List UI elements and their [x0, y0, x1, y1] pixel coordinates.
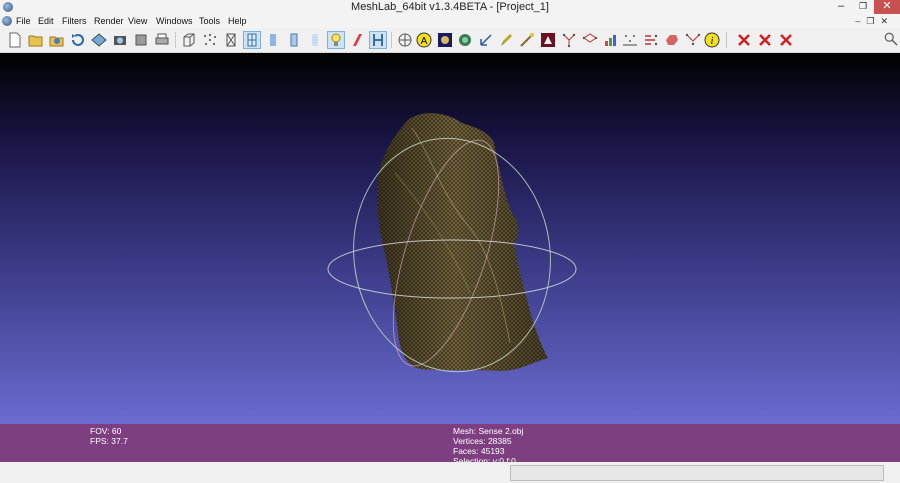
vertices-count: Vertices: 28385: [453, 436, 512, 446]
viewport-canvas[interactable]: [0, 53, 900, 424]
info-panel: FOV: 60 FPS: 37.7 Mesh: Sense 2.obj Vert…: [0, 424, 900, 462]
delete-selection-icon[interactable]: [777, 31, 795, 49]
select-connected-icon[interactable]: [560, 31, 578, 49]
select-vertices-icon[interactable]: [539, 31, 557, 49]
window-title: MeshLab_64bit v1.3.4BETA - [Project_1]: [351, 1, 549, 13]
paint-icon[interactable]: [497, 31, 515, 49]
mdi-window-controls[interactable]: –❐✕: [855, 14, 894, 28]
flatlines-render-icon[interactable]: [285, 31, 303, 49]
progress-bar: [510, 465, 884, 481]
search-icon[interactable]: [884, 32, 898, 46]
snapshot-icon[interactable]: [111, 31, 129, 49]
toolbar-separator: [726, 32, 727, 48]
layers-icon[interactable]: [132, 31, 150, 49]
wireframe-render-icon[interactable]: [222, 31, 240, 49]
menu-windows[interactable]: Windows: [156, 14, 193, 28]
manipulator-icon[interactable]: [663, 31, 681, 49]
help-info-icon[interactable]: i: [703, 31, 721, 49]
open-project-icon[interactable]: [27, 31, 45, 49]
fps-readout: FPS: 37.7: [90, 436, 128, 446]
select-faces-icon[interactable]: [518, 31, 536, 49]
print-icon[interactable]: [153, 31, 171, 49]
title-bar: MeshLab_64bit v1.3.4BETA - [Project_1] –…: [0, 0, 900, 14]
reference-icon[interactable]: [621, 31, 639, 49]
fov-readout: FOV: 60: [90, 426, 122, 436]
bbox-render-icon[interactable]: [180, 31, 198, 49]
document-icon[interactable]: [2, 16, 12, 26]
menu-tools[interactable]: Tools: [199, 14, 220, 28]
menu-bar: File Edit Filters Render View Windows To…: [0, 14, 900, 28]
import-mesh-icon[interactable]: [48, 31, 66, 49]
quality-icon[interactable]: [602, 31, 620, 49]
mesh-name: Mesh: Sense 2.obj: [453, 426, 524, 436]
smooth-render-icon[interactable]: [306, 31, 324, 49]
main-toolbar: A i: [0, 28, 900, 53]
menu-help[interactable]: Help: [228, 14, 247, 28]
texture-icon[interactable]: [436, 31, 454, 49]
backface-icon[interactable]: [348, 31, 366, 49]
close-button[interactable]: ✕: [874, 0, 900, 14]
export-mesh-icon[interactable]: [90, 31, 108, 49]
select-region-icon[interactable]: [581, 31, 599, 49]
menu-edit[interactable]: Edit: [38, 14, 54, 28]
faces-count: Faces: 45193: [453, 446, 505, 456]
info-pick-icon[interactable]: A: [415, 31, 433, 49]
3d-viewport[interactable]: [0, 53, 900, 424]
menu-filters[interactable]: Filters: [62, 14, 87, 28]
hiddenlines-render-icon[interactable]: [243, 31, 261, 49]
menu-render[interactable]: Render: [94, 14, 124, 28]
color-icon[interactable]: [456, 31, 474, 49]
minimize-button[interactable]: –: [830, 0, 852, 14]
reload-icon[interactable]: [69, 31, 87, 49]
double-side-lighting-icon[interactable]: [369, 31, 387, 49]
new-project-icon[interactable]: [6, 31, 24, 49]
svg-text:i: i: [711, 36, 714, 47]
delete-vertices-icon[interactable]: [756, 31, 774, 49]
toolbar-separator: [175, 32, 176, 48]
flat-render-icon[interactable]: [264, 31, 282, 49]
lighting-icon[interactable]: [327, 31, 345, 49]
point-picker-icon[interactable]: [684, 31, 702, 49]
menu-view[interactable]: View: [128, 14, 147, 28]
svg-text:A: A: [421, 36, 428, 47]
toolbar-separator: [391, 32, 392, 48]
trackball-icon[interactable]: [396, 31, 414, 49]
points-render-icon[interactable]: [201, 31, 219, 49]
measure-icon[interactable]: [477, 31, 495, 49]
maximize-button[interactable]: ❐: [852, 0, 874, 14]
delete-faces-icon[interactable]: [735, 31, 753, 49]
menu-file[interactable]: File: [16, 14, 31, 28]
align-icon[interactable]: [642, 31, 660, 49]
